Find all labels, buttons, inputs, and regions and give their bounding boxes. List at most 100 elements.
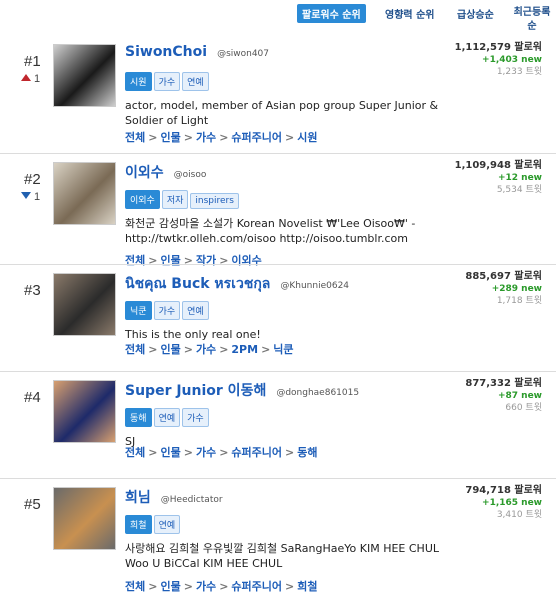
user-name[interactable]: 이외수 @oisoo — [125, 162, 206, 182]
breadcrumb-separator: > — [148, 131, 158, 144]
user-name-text[interactable]: Super Junior 이동해 — [125, 383, 266, 399]
user-name-text[interactable]: นิชคุณ Buck หรเวชกุล — [125, 276, 270, 292]
user-name-text[interactable]: 이외수 — [125, 165, 164, 181]
tag-chip[interactable]: 시원 — [125, 72, 152, 91]
breadcrumb-link[interactable]: 인물 — [160, 580, 180, 593]
follower-count: 885,697 팔로워 — [465, 271, 542, 282]
breadcrumb-separator: > — [285, 580, 295, 593]
tab-followers[interactable]: 팔로워수 순위 — [297, 4, 366, 23]
tag-chip[interactable]: 닉쿤 — [125, 301, 152, 320]
tag-chip[interactable]: 연예 — [153, 515, 181, 534]
breadcrumb-link[interactable]: 가수 — [196, 343, 216, 356]
tag-chip[interactable]: 가수 — [153, 72, 181, 91]
tag-chip[interactable]: 연예 — [182, 301, 209, 320]
breadcrumb-link[interactable]: 슈퍼주니어 — [231, 580, 282, 593]
breadcrumb-separator: > — [148, 446, 158, 459]
rank-change: 1 — [21, 73, 40, 85]
rank-number: #1 — [24, 53, 41, 70]
user-handle[interactable]: @donghae861015 — [276, 388, 359, 398]
breadcrumb-link[interactable]: 전체 — [125, 580, 145, 593]
ranking-entry: #1 1 SiwonChoi @siwon407 시원 가수 연예 actor, model,… — [0, 36, 556, 153]
breadcrumb-link[interactable]: 인물 — [160, 343, 180, 356]
follower-count: 794,718 팔로워 — [465, 485, 542, 496]
user-stats: 877,332 팔로워 +87 new 660 트윗 — [465, 378, 542, 414]
follower-count: 1,112,579 팔로워 — [454, 42, 542, 53]
breadcrumb-link[interactable]: 인물 — [160, 446, 180, 459]
breadcrumb-separator: > — [261, 343, 271, 356]
user-bio: 사랑해요 김희철 우유빛깔 김희철 SaRangHaeYo KIM HEE CH… — [125, 542, 439, 570]
tag-chip[interactable]: 가수 — [153, 301, 181, 320]
tweet-count: 1,718 트윗 — [496, 296, 542, 306]
user-stats: 1,112,579 팔로워 +1,403 new 1,233 트윗 — [455, 42, 542, 78]
breadcrumb-link[interactable]: 전체 — [125, 343, 145, 356]
category-breadcrumb: 전체 > 인물 > 가수 >2PM > 닉쿤 — [125, 341, 294, 357]
sort-tabs: 팔로워수 순위 영향력 순위 급상승순 최근등록순 — [0, 0, 556, 40]
user-name[interactable]: Super Junior 이동해 @donghae861015 — [125, 380, 359, 400]
category-breadcrumb: 전체 > 인물 > 가수 > 슈퍼주니어 > 동해 — [125, 444, 317, 460]
tab-influence[interactable]: 영향력 순위 — [385, 6, 434, 21]
ranking-entry: #2 1 이외수 @oisoo 이외수 저자 inspirers 화천군 감성마을 소설가 K… — [0, 153, 556, 267]
tag-chip[interactable]: 저자 — [161, 190, 189, 209]
rank-number: #4 — [24, 389, 41, 406]
tweet-count: 5,534 트윗 — [496, 185, 542, 195]
rank-change: 1 — [21, 191, 40, 203]
breadcrumb-separator: > — [219, 580, 229, 593]
breadcrumb-link[interactable]: 가수 — [196, 446, 216, 459]
tag-list: 희철 연예 — [125, 513, 182, 534]
breadcrumb-link[interactable]: 희철 — [297, 580, 317, 593]
breadcrumb-link[interactable]: 가수 — [196, 131, 216, 144]
tweet-count: 660 트윗 — [505, 403, 542, 413]
tag-chip[interactable]: 가수 — [182, 408, 209, 427]
breadcrumb-separator: > — [183, 580, 193, 593]
user-bio: This is the only real one! — [125, 328, 261, 341]
user-handle[interactable]: @Khunnie0624 — [280, 281, 349, 291]
new-follower-count: +12 new — [497, 173, 542, 183]
breadcrumb-separator: > — [183, 343, 193, 356]
tag-list: 동해 연예 가수 — [125, 406, 211, 427]
breadcrumb-link[interactable]: 시원 — [297, 131, 317, 144]
user-name[interactable]: นิชคุณ Buck หรเวชกุล @Khunnie0624 — [125, 273, 349, 295]
breadcrumb-link[interactable]: 슈퍼주니어 — [231, 446, 282, 459]
breadcrumb-link[interactable]: 전체 — [125, 131, 145, 144]
user-name-text[interactable]: 희님 — [125, 490, 151, 506]
tag-chip[interactable]: 희철 — [125, 515, 152, 534]
user-name-text[interactable]: SiwonChoi — [125, 44, 207, 60]
tag-chip[interactable]: 동해 — [125, 408, 152, 427]
breadcrumb-link[interactable]: 슈퍼주니어 — [231, 131, 282, 144]
ranking-entry: #3 นิชคุณ Buck หรเวชกุล @Khunnie0624 닉쿤 가수 연예… — [0, 264, 556, 371]
avatar[interactable] — [53, 487, 116, 550]
user-stats: 794,718 팔로워 +1,165 new 3,410 트윗 — [465, 485, 542, 521]
user-name[interactable]: SiwonChoi @siwon407 — [125, 44, 269, 60]
breadcrumb-link[interactable]: 인물 — [160, 131, 180, 144]
avatar[interactable] — [53, 162, 116, 225]
breadcrumb-link[interactable]: 닉쿤 — [273, 343, 293, 356]
user-bio: 화천군 감성마을 소설가 Korean Novelist ₩'Lee Oisoo… — [125, 217, 416, 245]
tag-list: 이외수 저자 inspirers — [125, 188, 241, 209]
rank-number: #2 — [24, 171, 41, 188]
tag-list: 시원 가수 연예 — [125, 70, 211, 91]
avatar[interactable] — [53, 44, 116, 107]
breadcrumb-separator: > — [148, 343, 158, 356]
new-follower-count: +87 new — [497, 391, 542, 401]
avatar[interactable] — [53, 273, 116, 336]
tag-chip[interactable]: 연예 — [153, 408, 181, 427]
tab-rising[interactable]: 급상승순 — [457, 6, 494, 21]
user-stats: 1,109,948 팔로워 +12 new 5,534 트윗 — [455, 160, 542, 196]
breadcrumb-link[interactable]: 동해 — [297, 446, 317, 459]
rank-number: #5 — [24, 496, 41, 513]
user-name[interactable]: 희님 @Heedictator — [125, 487, 223, 507]
ranking-entry: #5 희님 @Heedictator 희철 연예 사랑해요 김희철 우유빛깔 김희철 Sa… — [0, 478, 556, 593]
breadcrumb-link[interactable]: 2PM — [231, 343, 258, 356]
rank-change-value: 1 — [34, 191, 41, 203]
user-handle[interactable]: @siwon407 — [217, 49, 269, 59]
tag-chip[interactable]: inspirers — [190, 193, 239, 209]
user-handle[interactable]: @Heedictator — [161, 495, 223, 505]
breadcrumb-link[interactable]: 전체 — [125, 446, 145, 459]
tab-recent[interactable]: 최근등록순 — [512, 6, 552, 34]
tag-chip[interactable]: 연예 — [182, 72, 209, 91]
avatar[interactable] — [53, 380, 116, 443]
tag-chip[interactable]: 이외수 — [125, 190, 160, 209]
breadcrumb-link[interactable]: 가수 — [196, 580, 216, 593]
user-handle[interactable]: @oisoo — [174, 170, 207, 180]
arrow-up-icon — [21, 74, 31, 81]
